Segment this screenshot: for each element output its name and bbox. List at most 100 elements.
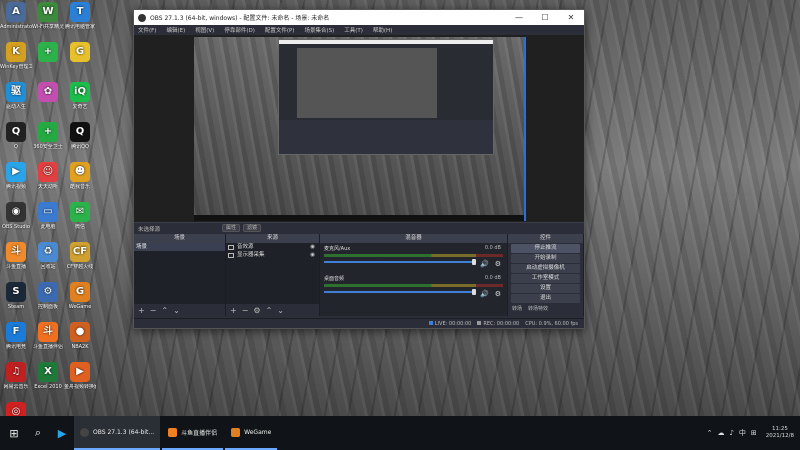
desktop-icon[interactable]: ♫ 网易云音乐 bbox=[0, 362, 32, 390]
menu-docks[interactable]: 停靠部件(D) bbox=[224, 26, 255, 34]
desktop-icon-label: 斗鱼直播伴侣 bbox=[32, 344, 63, 350]
desktop-icon[interactable]: + bbox=[32, 42, 64, 64]
desktop-icon[interactable]: ☻ 酷我音乐 bbox=[64, 162, 96, 190]
visibility-eye-icon[interactable]: ◉ bbox=[310, 251, 315, 259]
app-icon: ◉ bbox=[6, 202, 26, 222]
remove-source-icon[interactable]: − bbox=[242, 306, 249, 315]
search-icon[interactable]: ⌕ bbox=[28, 423, 48, 443]
desktop-icon[interactable]: ⚙ 控制面板 bbox=[32, 282, 64, 310]
tab-controls[interactable]: 转场 bbox=[512, 305, 522, 312]
desktop-icon[interactable]: ▶ 金舟视频转换器 bbox=[64, 362, 96, 390]
move-down-icon[interactable]: ⌄ bbox=[173, 306, 180, 315]
gear-icon[interactable]: ⚙ bbox=[495, 290, 501, 298]
menu-edit[interactable]: 编辑(E) bbox=[166, 26, 185, 34]
desktop-icon[interactable]: ✉ 微信 bbox=[64, 202, 96, 230]
menu-help[interactable]: 帮助(H) bbox=[373, 26, 392, 34]
volume-knob[interactable] bbox=[472, 289, 476, 295]
menu-view[interactable]: 视图(V) bbox=[195, 26, 214, 34]
taskbar-app-wegame[interactable]: WeGame bbox=[225, 416, 278, 450]
tab-transitions[interactable]: 转场特效 bbox=[528, 305, 548, 312]
start-recording-button[interactable]: 开始录制 bbox=[511, 254, 580, 263]
source-settings-icon[interactable]: ⚙ bbox=[253, 306, 260, 315]
desktop-icon[interactable]: 斗斗鱼直播伴侣 bbox=[32, 322, 64, 350]
desktop-icon[interactable]: iQ 爱奇艺 bbox=[64, 82, 96, 110]
desktop-icon[interactable]: ▶ 腾讯视频 bbox=[0, 162, 32, 190]
desktop-icon[interactable]: W Wi-Fi共享精灵 bbox=[32, 2, 64, 30]
studio-mode-button[interactable]: 工作室模式 bbox=[511, 274, 580, 283]
stop-streaming-button[interactable]: 停止推流 bbox=[511, 244, 580, 253]
exit-button[interactable]: 退出 bbox=[511, 294, 580, 303]
menu-file[interactable]: 文件(F) bbox=[138, 26, 156, 34]
desktop-icon[interactable]: G bbox=[64, 42, 96, 64]
gear-icon[interactable]: ⚙ bbox=[495, 260, 501, 268]
visibility-eye-icon[interactable]: ◉ bbox=[310, 243, 315, 251]
move-up-icon[interactable]: ⌃ bbox=[266, 306, 273, 315]
add-source-icon[interactable]: + bbox=[230, 306, 237, 315]
tray-expand-icon[interactable]: ⌃ bbox=[707, 429, 713, 437]
taskbar-app-obs[interactable]: OBS 27.1.3 (64-bit... bbox=[74, 416, 161, 450]
move-down-icon[interactable]: ⌄ bbox=[277, 306, 284, 315]
app-icon: W bbox=[38, 2, 58, 22]
minimize-button[interactable]: — bbox=[506, 10, 532, 25]
desktop-icon-label: 斗鱼直播 bbox=[5, 264, 26, 270]
speaker-icon[interactable]: 🔊 bbox=[480, 290, 489, 298]
menu-tools[interactable]: 工具(T) bbox=[344, 26, 363, 34]
desktop-icon[interactable]: Q 腾讯QQ bbox=[64, 122, 96, 150]
obs-app-icon bbox=[138, 13, 146, 22]
obs-window[interactable]: OBS 27.1.3 (64-bit, windows) - 配置文件: 未命名… bbox=[133, 9, 585, 329]
desktop-icon[interactable]: +360安全卫士 bbox=[32, 122, 64, 150]
tray-ime-icon[interactable]: 中 bbox=[739, 428, 746, 438]
app-icon: ☻ bbox=[70, 162, 90, 182]
desktop-icon[interactable]: A Administrator bbox=[0, 2, 32, 30]
desktop-icon[interactable]: ☺ 天天动听 bbox=[32, 162, 64, 190]
desktop-icon[interactable]: CF CF穿越火线 bbox=[64, 242, 96, 270]
tray-cloud-icon[interactable]: ☁ bbox=[717, 429, 724, 437]
move-up-icon[interactable]: ⌃ bbox=[161, 306, 168, 315]
desktop-icon[interactable]: ▭ 此电脑 bbox=[32, 202, 64, 230]
scene-item[interactable]: 场景 bbox=[134, 243, 225, 251]
maximize-button[interactable]: ☐ bbox=[532, 10, 558, 25]
desktop-icon[interactable]: 斗斗鱼直播 bbox=[0, 242, 32, 270]
desktop-icon[interactable]: ♻ 回收站 bbox=[32, 242, 64, 270]
clock[interactable]: 11:25 2021/12/8 bbox=[766, 426, 794, 440]
desktop-icon[interactable]: ◉ OBS Studio bbox=[0, 202, 32, 230]
volume-slider[interactable] bbox=[324, 289, 476, 295]
volume-slider[interactable] bbox=[324, 259, 476, 265]
desktop-icon[interactable]: ● NBA2K bbox=[64, 322, 96, 350]
source-item[interactable]: 音效源 ◉ bbox=[226, 243, 319, 251]
desktop-icon[interactable]: QQ bbox=[0, 122, 32, 150]
settings-button[interactable]: 设置 bbox=[511, 284, 580, 293]
desktop-icon[interactable]: G WeGame bbox=[64, 282, 96, 310]
tray-volume-icon[interactable]: ♪ bbox=[729, 429, 733, 437]
remove-scene-icon[interactable]: − bbox=[150, 306, 157, 315]
app-icon: F bbox=[6, 322, 26, 342]
desktop-icon[interactable]: 驱驱动人生 bbox=[0, 82, 32, 110]
desktop-icon[interactable]: ✿ bbox=[32, 82, 64, 104]
desktop-icon[interactable]: S Steam bbox=[0, 282, 32, 310]
desktop-icon[interactable]: K WinKey管理工具 bbox=[0, 42, 32, 70]
desktop-icon[interactable]: F 腾讯电竞 bbox=[0, 322, 32, 350]
add-scene-icon[interactable]: + bbox=[138, 306, 145, 315]
source-item[interactable]: 显示器采集 ◉ bbox=[226, 251, 319, 259]
tencent-video-icon[interactable]: ▶ bbox=[52, 423, 72, 443]
taskbar-app-douyu[interactable]: 斗鱼直播伴侣 bbox=[162, 416, 224, 450]
menu-profile[interactable]: 配置文件(P) bbox=[265, 26, 295, 34]
start-icon[interactable]: ⊞ bbox=[4, 423, 24, 443]
volume-knob[interactable] bbox=[472, 259, 476, 265]
preview-canvas[interactable] bbox=[134, 35, 584, 223]
filters-button[interactable]: 滤镜 bbox=[243, 224, 262, 232]
mixer-dock: 混音器 麦克风/Aux 0.0 dB 🔊 ⚙ 桌面音频 0.0 dB 🔊 ⚙ bbox=[320, 234, 508, 316]
menu-scene-collection[interactable]: 场景集合(S) bbox=[304, 26, 334, 34]
mixer-channel-desktop: 桌面音频 0.0 dB 🔊 ⚙ bbox=[320, 273, 507, 303]
desktop-icon[interactable]: T 腾讯电脑管家 bbox=[64, 2, 96, 30]
speaker-icon[interactable]: 🔊 bbox=[480, 260, 489, 268]
desktop-icon[interactable]: X Excel 2010 bbox=[32, 362, 64, 390]
properties-button[interactable]: 属性 bbox=[222, 224, 241, 232]
obs-titlebar[interactable]: OBS 27.1.3 (64-bit, windows) - 配置文件: 未命名… bbox=[134, 10, 584, 25]
channel-db: 0.0 dB bbox=[484, 275, 501, 281]
tray-apps-icon[interactable]: ⊞ bbox=[751, 429, 757, 437]
close-button[interactable]: ✕ bbox=[558, 10, 584, 25]
live-indicator-icon bbox=[428, 320, 433, 325]
taskbar: ⊞ ⌕ ▶ OBS 27.1.3 (64-bit... 斗鱼直播伴侣 WeGam… bbox=[0, 416, 800, 450]
virtual-camera-button[interactable]: 启动虚拟摄像机 bbox=[511, 264, 580, 273]
